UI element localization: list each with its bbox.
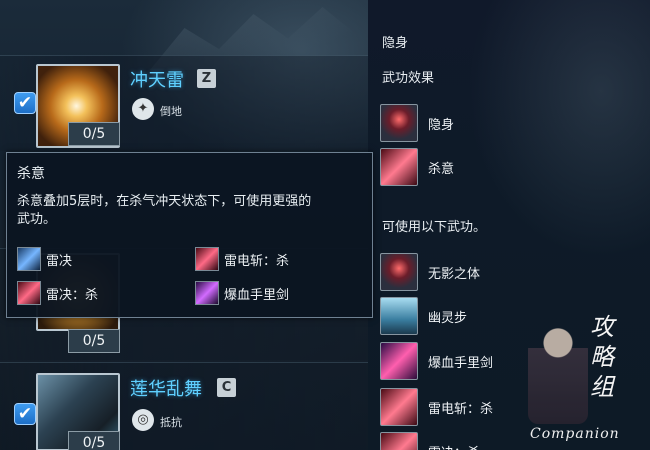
skill-checkbox[interactable]: ✔ — [14, 403, 36, 425]
companion-watermark: 攻略组 Companion — [520, 300, 650, 450]
usable-skill-label: 雷电斩：杀 — [428, 402, 494, 417]
resist-icon: ◎ — [132, 409, 154, 431]
thunder-resolve-kill-icon — [17, 281, 41, 305]
skill-tag-label: 倒地 — [160, 105, 182, 118]
ghost-step-icon — [380, 297, 418, 335]
hotkey-badge: C — [217, 378, 236, 397]
skill-tag-label: 抵抗 — [160, 416, 182, 429]
skill-row-lotus[interactable]: ✔ 0/5 莲华乱舞 C ◎ 抵抗 — [0, 362, 368, 450]
shadowless-body-icon — [380, 253, 418, 291]
killing-intent-icon — [380, 148, 418, 186]
thunder-resolve-icon — [380, 432, 418, 450]
hotkey-badge: Z — [197, 69, 216, 88]
skill-level: 0/5 — [68, 329, 120, 353]
tooltip-skill-label: 雷电斩：杀 — [224, 254, 290, 269]
watermark-brand: Companion — [530, 426, 620, 442]
stealth-heading: 隐身 — [382, 36, 409, 51]
tooltip-skill-label: 雷决 — [46, 254, 73, 269]
usable-skill-label: 雷决：杀 — [428, 442, 480, 450]
thunder-slash-icon — [195, 247, 219, 271]
usable-skills-heading: 可使用以下武功。 — [382, 220, 487, 235]
watermark-character-illustration — [528, 320, 588, 424]
watermark-title: 攻略组 — [590, 313, 614, 401]
tooltip-skill-label: 爆血手里剑 — [224, 288, 290, 303]
skill-level: 0/5 — [68, 122, 120, 146]
effect-label: 杀意 — [428, 162, 455, 177]
usable-skill-label: 幽灵步 — [428, 311, 468, 326]
blood-shuriken-icon — [195, 281, 219, 305]
effects-heading: 武功效果 — [382, 71, 435, 86]
stealth-icon — [380, 104, 418, 142]
skill-level: 0/5 — [68, 431, 120, 450]
tooltip-description: 杀意叠加5层时，在杀气冲天状态下，可使用更强的武功。 — [17, 194, 312, 227]
knockdown-icon: ✦ — [132, 98, 154, 120]
tooltip-title: 杀意 — [17, 166, 45, 182]
killing-intent-tooltip: 杀意 杀意叠加5层时，在杀气冲天状态下，可使用更强的武功。 雷决 雷电斩：杀 雷… — [6, 152, 373, 318]
background-clouds — [468, 0, 650, 260]
skill-name: 冲天雷 — [130, 70, 184, 91]
skill-row-thunder[interactable]: ✔ 0/5 冲天雷 Z ✦ 倒地 — [0, 55, 368, 151]
blood-shuriken-icon — [380, 342, 418, 380]
thunder-slash-icon — [380, 388, 418, 426]
tooltip-skill-label: 雷决：杀 — [46, 288, 99, 303]
thunder-resolve-icon — [17, 247, 41, 271]
effect-label: 隐身 — [428, 118, 455, 133]
skill-checkbox[interactable]: ✔ — [14, 92, 36, 114]
usable-skill-label: 爆血手里剑 — [428, 356, 494, 371]
usable-skill-label: 无影之体 — [428, 267, 481, 282]
skill-name: 莲华乱舞 — [130, 379, 202, 400]
